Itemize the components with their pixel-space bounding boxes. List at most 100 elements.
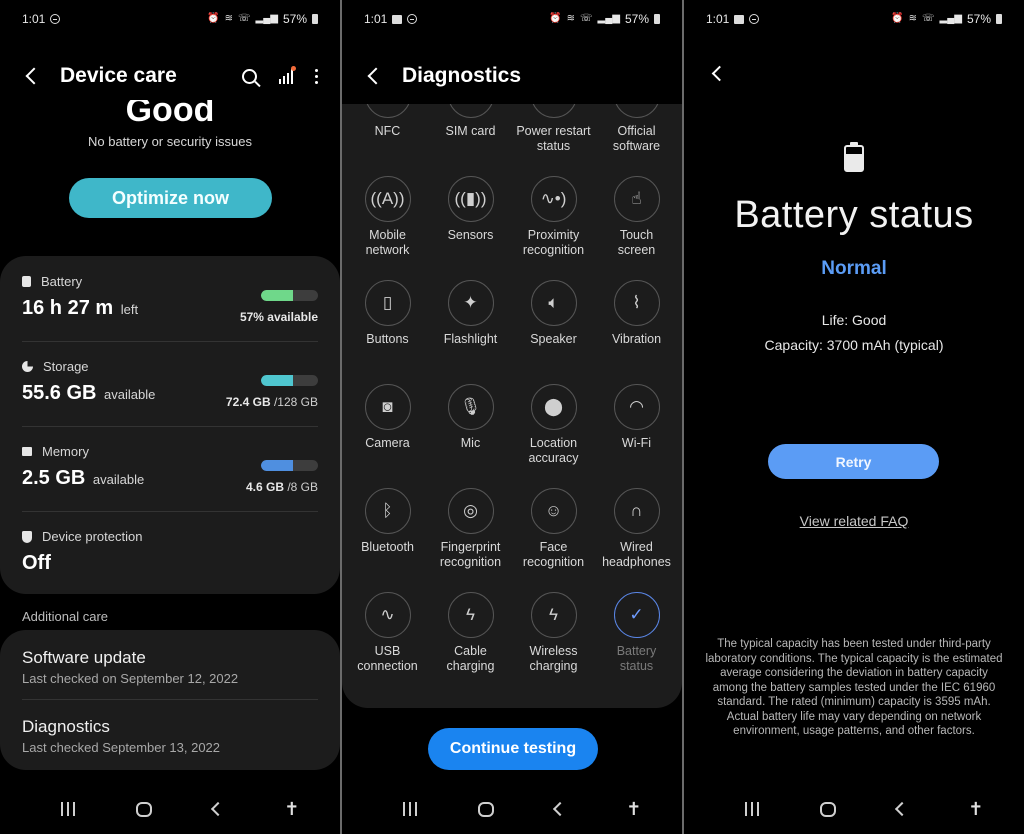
status-time: 1:01 [706,12,730,26]
test-label: Official software [612,124,661,153]
diagnostic-test-flashlight[interactable]: ✦ Flashlight [429,280,512,384]
diagnostic-test-face-recognition[interactable]: ☺ Face recognition [512,488,595,592]
diagnostic-test-location-accuracy[interactable]: ⬤ Location accuracy [512,384,595,488]
face-icon: ☺ [530,488,577,534]
battery-percent: 57% [966,12,991,26]
item-title: Diagnostics [22,717,110,736]
diagnostic-test-bluetooth[interactable]: ᛒ Bluetooth [346,488,429,592]
diagnostic-test-touch-screen[interactable]: ☝ Touch screen [595,176,678,280]
battery-icon [844,142,864,172]
volte-icon: ☏ [921,13,935,24]
accessibility-icon[interactable]: ✝︎ [968,799,983,820]
diagnostic-test-vibration[interactable]: ⌇ Vibration [595,280,678,384]
test-label: Wi-Fi [621,436,652,450]
memory-metric[interactable]: Memory 2.5 GB available 4.6 GB /8 GB [22,426,318,511]
diagnostic-test-mobile-network[interactable]: ((A)) Mobile network [346,176,429,280]
wireless-charging-icon: ϟ [530,592,577,638]
back-arrow-icon[interactable] [367,67,385,85]
metric-detail-total: /128 GB [270,395,318,409]
wifi-calling-icon: ≋ [224,13,233,24]
diagnostic-test-camera[interactable]: ◙ Camera [346,384,429,488]
wifi-icon: ◠ [613,384,660,430]
diagnostic-test-wi-fi[interactable]: ◠ Wi-Fi [595,384,678,488]
proximity-icon: ∿•) [530,176,577,222]
navigation-bar: ✝︎ [342,794,682,824]
test-label: Wireless charging [529,644,578,673]
notification-dot [291,66,296,71]
battery-status-screen: 1:01 ⏰ ≋ ☏ ▂▄▆ 57% Battery status Normal… [684,0,1024,834]
back-arrow-icon[interactable] [25,67,43,85]
storage-metric[interactable]: Storage 55.6 GB available 72.4 GB /128 G… [22,341,318,426]
stats-icon[interactable] [279,66,296,84]
back-icon[interactable] [552,801,568,817]
device-protection-metric[interactable]: Device protection Off [22,511,318,596]
diagnostic-test-sensors[interactable]: ((▮)) Sensors [429,176,512,280]
back-icon[interactable] [894,801,910,817]
metric-label: Memory [42,444,89,459]
recents-icon[interactable] [60,802,75,816]
item-title: Software update [22,648,146,667]
battery-percent: 57% [282,12,307,26]
wifi-calling-icon: ≋ [566,13,575,24]
continue-testing-button[interactable]: Continue testing [428,728,598,770]
home-icon[interactable] [477,801,494,817]
memory-chip-icon [22,447,32,456]
recents-icon[interactable] [402,802,417,816]
page-title: Battery status [734,194,974,236]
signal-icon: ▂▄▆ [939,13,962,24]
optimize-now-button[interactable]: Optimize now [69,178,272,218]
diagnostic-test-wireless-charging[interactable]: ϟ Wireless charging [512,592,595,696]
navigation-bar: ✝︎ [684,794,1024,824]
test-label: Speaker [530,332,577,346]
volte-icon: ☏ [237,13,251,24]
home-icon[interactable] [819,801,836,817]
shield-icon [22,530,32,543]
diagnostic-test-speaker[interactable]: 🔈︎ Speaker [512,280,595,384]
test-label: NFC [374,124,401,138]
volte-icon: ☏ [579,13,593,24]
test-label: Buttons [366,332,409,346]
diagnostic-test-battery-status[interactable]: ✓ Battery status [595,592,678,696]
gallery-icon [392,14,403,24]
home-icon[interactable] [135,801,152,817]
diagnostic-test-fingerprint-recognition[interactable]: ◎ Fingerprint recognition [429,488,512,592]
search-icon[interactable] [242,68,257,84]
more-options-icon[interactable] [315,68,318,84]
bluetooth-icon: ᛒ [364,488,411,534]
fingerprint-icon: ◎ [447,488,494,534]
diagnostic-test-proximity-recognition[interactable]: ∿•) Proximity recognition [512,176,595,280]
device-care-screen: 1:01 ⏰ ≋ ☏ ▂▄▆ 57% Device care Good No b… [0,0,340,834]
test-label: Touch screen [617,228,656,257]
battery-metric[interactable]: Battery 16 h 27 m left 57% available [22,256,318,341]
metric-detail-used: 72.4 GB [225,395,271,409]
diagnostic-test-cable-charging[interactable]: ϟ Cable charging [429,592,512,696]
app-bar: Device care [22,56,318,96]
divider [22,699,318,700]
test-label: USB connection [357,644,418,673]
view-faq-link[interactable]: View related FAQ [684,513,1024,529]
do-not-disturb-icon [407,14,418,24]
accessibility-icon[interactable]: ✝︎ [284,799,299,820]
metric-label: Device protection [42,529,143,544]
diagnostics-item[interactable]: Diagnostics Last checked September 13, 2… [22,717,318,755]
software-update-item[interactable]: Software update Last checked on Septembe… [22,648,318,686]
storage-progress-bar [261,375,318,386]
metric-label: Battery [41,274,83,289]
battery-state: Normal [821,258,887,279]
diagnostic-test-mic[interactable]: 🎙︎ Mic [429,384,512,488]
accessibility-icon[interactable]: ✝︎ [626,799,641,820]
diagnostic-test-usb-connection[interactable]: ∿ USB connection [346,592,429,696]
status-time: 1:01 [22,12,46,26]
test-label: Face recognition [522,540,585,569]
back-icon[interactable] [210,801,226,817]
retry-button[interactable]: Retry [768,444,939,479]
gallery-icon [734,14,745,24]
recents-icon[interactable] [744,802,759,816]
status-time: 1:01 [364,12,388,26]
status-subtitle: No battery or security issues [87,134,252,149]
back-arrow-icon[interactable] [711,65,728,82]
metric-detail: 57% available [239,310,318,324]
test-label: Cable charging [446,644,495,673]
diagnostic-test-buttons[interactable]: ▯ Buttons [346,280,429,384]
diagnostic-test-wired-headphones[interactable]: ∩ Wired headphones [595,488,678,592]
